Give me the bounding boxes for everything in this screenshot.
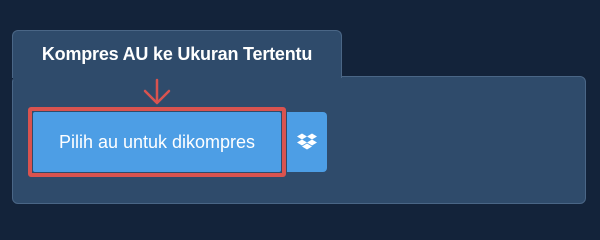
- arrow-down-icon: [143, 78, 171, 105]
- dropbox-button[interactable]: [287, 112, 327, 172]
- choose-file-label: Pilih au untuk dikompres: [58, 131, 256, 152]
- dropbox-icon: [297, 133, 317, 150]
- tab-border-cover: [13, 74, 341, 80]
- choose-file-button[interactable]: Pilih au untuk dikompres: [33, 112, 281, 172]
- tab-compress-au[interactable]: Kompres AU ke Ukuran Tertentu: [12, 30, 342, 78]
- tab-title: Kompres AU ke Ukuran Tertentu: [41, 44, 313, 64]
